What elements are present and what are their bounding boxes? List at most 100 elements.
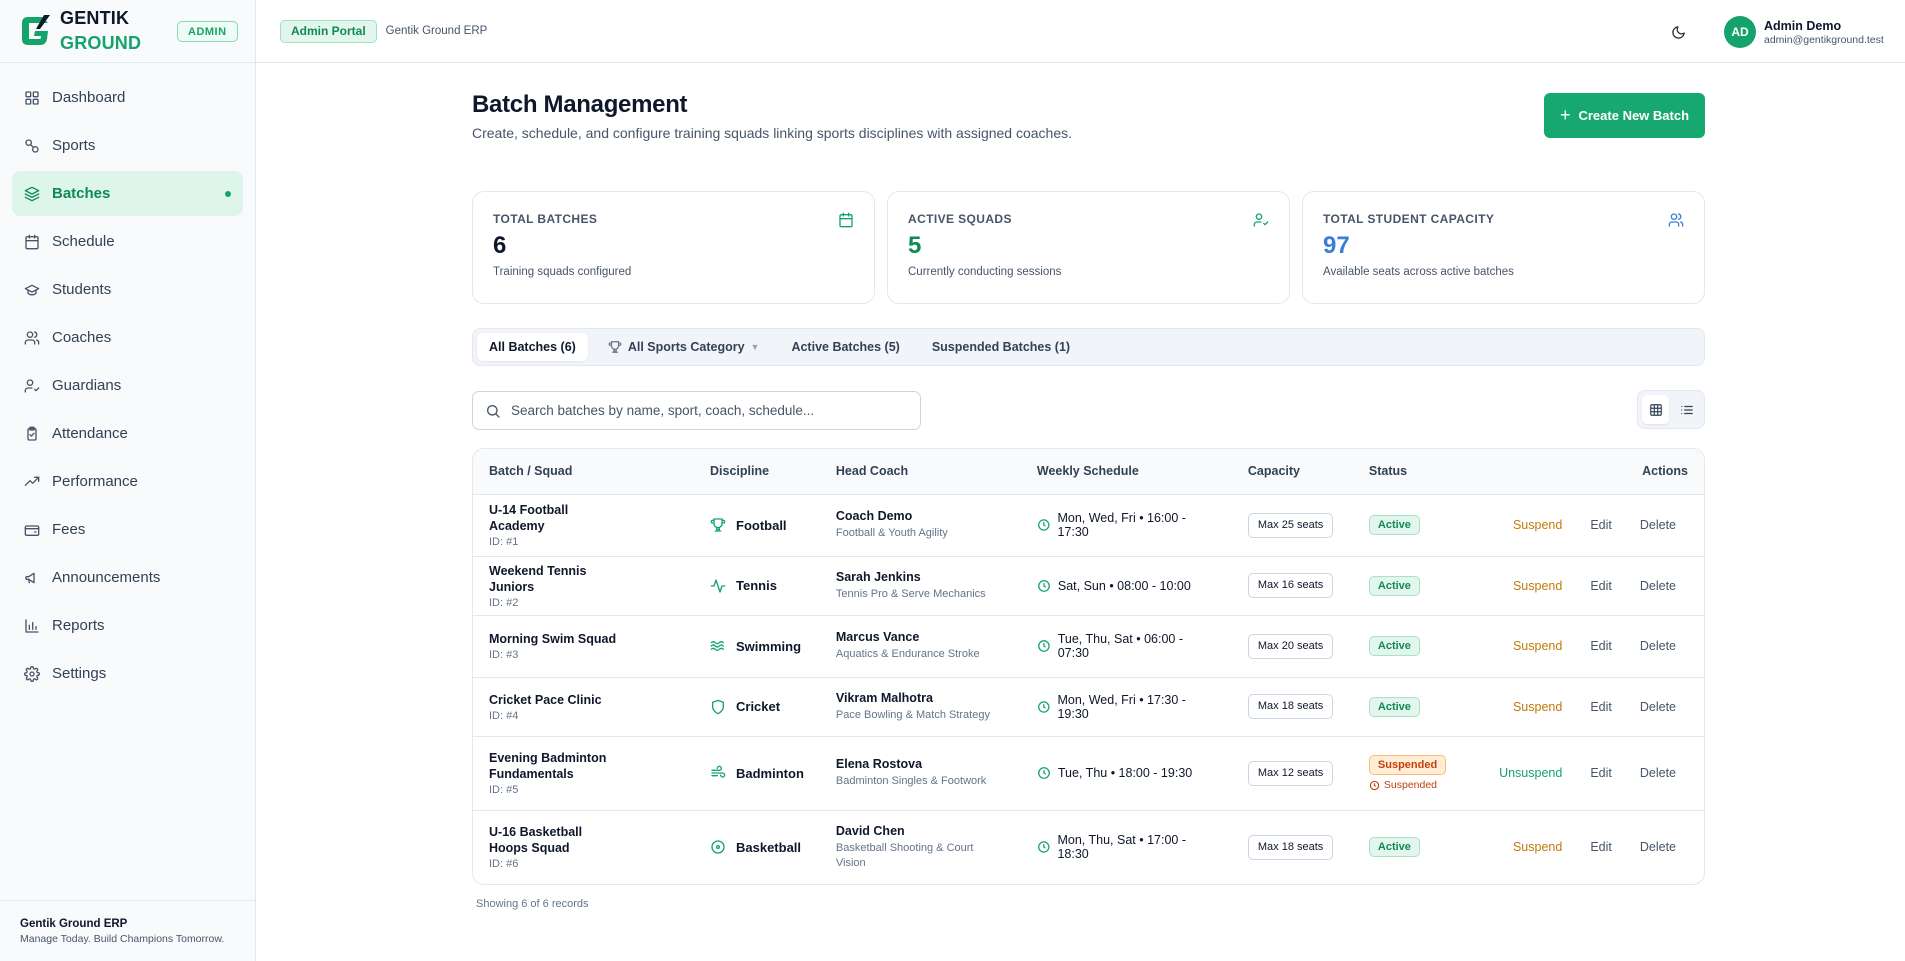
- sidebar-item-fees[interactable]: Fees: [12, 507, 243, 552]
- cell-status: Active: [1352, 615, 1463, 678]
- cell-schedule: Tue, Thu • 18:00 - 19:30: [1020, 736, 1232, 811]
- cell-schedule: Tue, Thu, Sat • 06:00 - 07:30: [1020, 615, 1232, 678]
- discipline-name: Basketball: [736, 839, 802, 855]
- status-badge: Suspended: [1368, 755, 1447, 775]
- coach-specialty: Pace Bowling & Match Strategy: [835, 708, 990, 721]
- suspend-button[interactable]: Suspend: [1499, 700, 1576, 714]
- discipline-name: Tennis: [736, 578, 777, 593]
- delete-button[interactable]: Delete: [1626, 766, 1688, 780]
- unsuspend-button[interactable]: Unsuspend: [1485, 766, 1576, 780]
- user-email: admin@gentikground.test: [1764, 33, 1884, 46]
- sidebar-item-dashboard[interactable]: Dashboard: [12, 75, 243, 120]
- cell-status: Suspended Suspended: [1352, 736, 1463, 811]
- gear-icon-wrap: [24, 665, 40, 682]
- chevron-down-icon: ▼: [750, 342, 760, 352]
- col-capacity: Capacity: [1231, 449, 1353, 495]
- sidebar-item-guardians[interactable]: Guardians: [12, 363, 243, 408]
- capacity-pill: Max 18 seats: [1247, 834, 1334, 860]
- layers-icon-wrap: [24, 186, 40, 202]
- records-count: Showing 6 of 6 records: [476, 898, 589, 910]
- tab-all-batches[interactable]: All Batches (6): [477, 333, 588, 361]
- delete-button[interactable]: Delete: [1626, 579, 1688, 593]
- coach-specialty: Aquatics & Endurance Stroke: [835, 648, 980, 660]
- sidebar-item-label: Reports: [52, 617, 105, 634]
- sidebar-item-settings[interactable]: Settings: [12, 651, 243, 696]
- suspend-button[interactable]: Suspend: [1499, 639, 1576, 653]
- create-batch-label: Create New Batch: [1578, 108, 1690, 123]
- bar-chart-icon: [25, 618, 39, 633]
- edit-button[interactable]: Edit: [1576, 518, 1626, 532]
- sidebar-item-batches[interactable]: Batches: [12, 171, 243, 216]
- status-badge: Active: [1368, 636, 1420, 656]
- sidebar-item-performance[interactable]: Performance: [12, 459, 243, 504]
- trending-up-icon: [24, 476, 40, 486]
- edit-button[interactable]: Edit: [1576, 840, 1626, 854]
- megaphone-icon: [25, 572, 35, 583]
- brand-text: GENTIK GROUND: [60, 6, 141, 56]
- clock-icon: [1037, 579, 1050, 592]
- page-subtitle: Create, schedule, and configure training…: [472, 125, 1073, 141]
- sidebar-item-label: Fees: [52, 521, 86, 538]
- col-coach: Head Coach: [819, 449, 1021, 495]
- trending-up-icon-wrap: [24, 474, 40, 490]
- suspend-button[interactable]: Suspend: [1499, 518, 1576, 532]
- footer-tagline: Manage Today. Build Champions Tomorrow.: [20, 933, 225, 945]
- cell-coach: David Chen Basketball Shooting & Court Vi…: [820, 810, 1021, 884]
- tab-all-label: All Batches (6): [489, 340, 576, 354]
- delete-button[interactable]: Delete: [1626, 518, 1688, 532]
- table-header-row: Batch / Squad Discipline Head Coach Week…: [473, 449, 1704, 495]
- suspend-button[interactable]: Suspend: [1499, 579, 1576, 593]
- cell-status: Active: [1352, 677, 1463, 737]
- sidebar-item-announcements[interactable]: Announcements: [12, 555, 243, 600]
- view-toggle: [1637, 390, 1705, 429]
- sports-icon: [25, 138, 39, 153]
- suspended-note-text: Suspended: [1383, 779, 1438, 791]
- stat-value: 5: [908, 232, 922, 259]
- cell-discipline: Basketball: [694, 810, 820, 884]
- batch-name: U-14 Football Academy: [489, 503, 569, 533]
- delete-button[interactable]: Delete: [1626, 840, 1688, 854]
- stat-card-0: TOTAL BATCHES 6 Training squads configured: [472, 191, 875, 304]
- cell-batch: Cricket Pace Clinic ID: #4: [473, 677, 694, 737]
- theme-toggle-button[interactable]: [1666, 20, 1690, 44]
- search-input[interactable]: [511, 403, 908, 418]
- coach-name: Elena Rostova: [835, 757, 923, 771]
- tab-active-batches[interactable]: Active Batches (5): [779, 333, 911, 361]
- sidebar-item-students[interactable]: Students: [12, 267, 243, 312]
- user-menu[interactable]: AD Admin Demo admin@gentikground.test: [1724, 16, 1884, 48]
- table-row: U-14 Football Academy ID: #1 Football Coach…: [473, 494, 1704, 557]
- stat-label: ACTIVE SQUADS: [908, 212, 1012, 226]
- delete-button[interactable]: Delete: [1626, 700, 1688, 714]
- edit-button[interactable]: Edit: [1576, 766, 1626, 780]
- batch-id: ID: #2: [489, 596, 519, 609]
- trophy-icon: [710, 518, 726, 532]
- sidebar-item-sports[interactable]: Sports: [12, 123, 243, 168]
- tab-suspended-batches[interactable]: Suspended Batches (1): [920, 333, 1082, 361]
- edit-button[interactable]: Edit: [1576, 700, 1626, 714]
- col-actions: Actions: [1462, 449, 1704, 495]
- cell-coach: Sarah Jenkins Tennis Pro & Serve Mechanic…: [819, 556, 1021, 616]
- coach-specialty: Badminton Singles & Footwork: [835, 775, 987, 787]
- table-row: Weekend Tennis Juniors ID: #2 Tennis Sarah …: [473, 556, 1704, 616]
- discipline-name: Football: [736, 517, 787, 533]
- calendar-icon: [25, 234, 39, 249]
- grid-view-button[interactable]: [1642, 395, 1669, 424]
- edit-button[interactable]: Edit: [1576, 639, 1626, 653]
- sidebar-item-reports[interactable]: Reports: [12, 603, 243, 648]
- stat-label: TOTAL BATCHES: [493, 212, 598, 226]
- sidebar-item-attendance[interactable]: Attendance: [12, 411, 243, 456]
- batch-id: ID: #6: [489, 858, 519, 871]
- suspend-button[interactable]: Suspend: [1499, 840, 1576, 854]
- table-row: U-16 Basketball Hoops Squad ID: #6 Basketb…: [473, 810, 1704, 884]
- sport-category-dropdown[interactable]: All Sports Category ▼: [596, 333, 772, 361]
- delete-button[interactable]: Delete: [1626, 639, 1688, 653]
- create-batch-button[interactable]: + Create New Batch: [1544, 93, 1705, 138]
- active-indicator-dot: [225, 190, 231, 197]
- edit-button[interactable]: Edit: [1576, 579, 1626, 593]
- sidebar-item-coaches[interactable]: Coaches: [12, 315, 243, 360]
- schedule-text: Mon, Wed, Fri • 17:30 - 19:30: [1057, 692, 1186, 721]
- list-view-button[interactable]: [1673, 395, 1700, 424]
- coach-specialty: Football & Youth Agility: [835, 527, 948, 539]
- sidebar-item-schedule[interactable]: Schedule: [12, 219, 243, 264]
- batch-name: Morning Swim Squad: [489, 632, 617, 646]
